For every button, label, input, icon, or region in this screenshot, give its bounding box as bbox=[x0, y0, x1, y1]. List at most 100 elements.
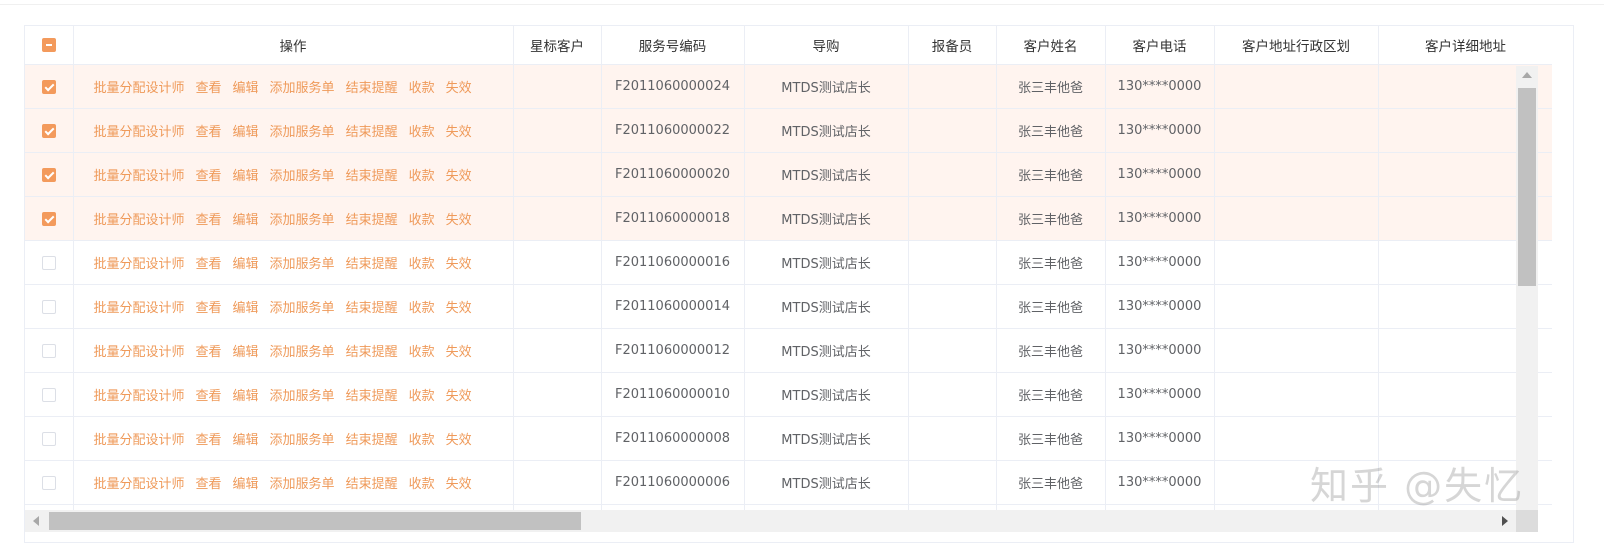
row-checkbox[interactable] bbox=[41, 343, 56, 358]
op-link-4[interactable]: 结束提醒 bbox=[346, 81, 398, 96]
row-guide: MTDS测试店长 bbox=[744, 64, 909, 109]
op-link-2[interactable]: 编辑 bbox=[233, 213, 259, 228]
op-link-2[interactable]: 编辑 bbox=[233, 389, 259, 404]
op-link-1[interactable]: 查看 bbox=[196, 389, 222, 404]
table-row: 批量分配设计师 查看 编辑 添加服务单 结束提醒 收款 失效 F2011060000020 MT… bbox=[25, 152, 1552, 197]
row-checkbox[interactable] bbox=[41, 255, 56, 270]
triangle-right-icon[interactable] bbox=[1502, 516, 1508, 526]
op-link-2[interactable]: 编辑 bbox=[233, 81, 259, 96]
op-link-1[interactable]: 查看 bbox=[196, 125, 222, 140]
op-link-3[interactable]: 添加服务单 bbox=[270, 345, 335, 360]
op-link-3[interactable]: 添加服务单 bbox=[270, 257, 335, 272]
op-link-5[interactable]: 收款 bbox=[409, 257, 435, 272]
row-customer-name: 张三丰他爸 bbox=[996, 108, 1106, 153]
op-link-2[interactable]: 编辑 bbox=[233, 477, 259, 492]
op-link-3[interactable]: 添加服务单 bbox=[270, 81, 335, 96]
op-link-0[interactable]: 批量分配设计师 bbox=[94, 345, 185, 360]
select-all-checkbox[interactable] bbox=[41, 38, 56, 52]
op-link-5[interactable]: 收款 bbox=[409, 125, 435, 140]
op-link-2[interactable]: 编辑 bbox=[233, 169, 259, 184]
op-link-6[interactable]: 失效 bbox=[446, 125, 472, 140]
row-checkbox[interactable] bbox=[41, 123, 56, 138]
table-body: 批量分配设计师 查看 编辑 添加服务单 结束提醒 收款 失效 F2011060000024 MT… bbox=[25, 64, 1552, 521]
op-link-3[interactable]: 添加服务单 bbox=[270, 125, 335, 140]
op-link-4[interactable]: 结束提醒 bbox=[346, 257, 398, 272]
op-link-3[interactable]: 添加服务单 bbox=[270, 389, 335, 404]
op-link-0[interactable]: 批量分配设计师 bbox=[94, 433, 185, 448]
op-link-4[interactable]: 结束提醒 bbox=[346, 389, 398, 404]
op-link-2[interactable]: 编辑 bbox=[233, 345, 259, 360]
op-link-0[interactable]: 批量分配设计师 bbox=[94, 257, 185, 272]
op-link-0[interactable]: 批量分配设计师 bbox=[94, 213, 185, 228]
customer-table: 操作 星标客户 服务号编码 导购 报备员 客户姓名 客户电话 客户地址行政区划 … bbox=[25, 26, 1552, 521]
op-link-4[interactable]: 结束提醒 bbox=[346, 169, 398, 184]
op-link-5[interactable]: 收款 bbox=[409, 169, 435, 184]
op-link-3[interactable]: 添加服务单 bbox=[270, 433, 335, 448]
op-link-6[interactable]: 失效 bbox=[446, 477, 472, 492]
op-link-5[interactable]: 收款 bbox=[409, 301, 435, 316]
op-link-3[interactable]: 添加服务单 bbox=[270, 169, 335, 184]
op-link-2[interactable]: 编辑 bbox=[233, 301, 259, 316]
op-link-4[interactable]: 结束提醒 bbox=[346, 477, 398, 492]
op-link-5[interactable]: 收款 bbox=[409, 433, 435, 448]
op-link-3[interactable]: 添加服务单 bbox=[270, 477, 335, 492]
op-link-4[interactable]: 结束提醒 bbox=[346, 345, 398, 360]
row-customer-name: 张三丰他爸 bbox=[996, 284, 1106, 329]
op-link-0[interactable]: 批量分配设计师 bbox=[94, 125, 185, 140]
op-link-0[interactable]: 批量分配设计师 bbox=[94, 477, 185, 492]
row-checkbox[interactable] bbox=[41, 211, 56, 226]
row-ops-cell: 批量分配设计师 查看 编辑 添加服务单 结束提醒 收款 失效 bbox=[73, 196, 514, 241]
op-link-2[interactable]: 编辑 bbox=[233, 433, 259, 448]
op-link-3[interactable]: 添加服务单 bbox=[270, 213, 335, 228]
op-link-3[interactable]: 添加服务单 bbox=[270, 301, 335, 316]
table-row: 批量分配设计师 查看 编辑 添加服务单 结束提醒 收款 失效 F2011060000016 MT… bbox=[25, 240, 1552, 285]
op-link-2[interactable]: 编辑 bbox=[233, 125, 259, 140]
op-link-6[interactable]: 失效 bbox=[446, 389, 472, 404]
op-link-2[interactable]: 编辑 bbox=[233, 257, 259, 272]
triangle-up-icon[interactable] bbox=[1522, 72, 1532, 78]
op-link-1[interactable]: 查看 bbox=[196, 213, 222, 228]
op-link-5[interactable]: 收款 bbox=[409, 213, 435, 228]
op-link-5[interactable]: 收款 bbox=[409, 81, 435, 96]
op-link-6[interactable]: 失效 bbox=[446, 81, 472, 96]
row-service-code: F2011060000010 bbox=[601, 372, 745, 417]
op-link-1[interactable]: 查看 bbox=[196, 81, 222, 96]
op-link-0[interactable]: 批量分配设计师 bbox=[94, 169, 185, 184]
table-body-viewport: 操作 星标客户 服务号编码 导购 报备员 客户姓名 客户电话 客户地址行政区划 … bbox=[25, 26, 1552, 521]
op-link-4[interactable]: 结束提醒 bbox=[346, 125, 398, 140]
op-link-5[interactable]: 收款 bbox=[409, 345, 435, 360]
vertical-scrollbar[interactable] bbox=[1516, 66, 1538, 521]
op-link-6[interactable]: 失效 bbox=[446, 433, 472, 448]
op-link-6[interactable]: 失效 bbox=[446, 301, 472, 316]
op-link-0[interactable]: 批量分配设计师 bbox=[94, 389, 185, 404]
op-link-1[interactable]: 查看 bbox=[196, 169, 222, 184]
row-checkbox[interactable] bbox=[41, 431, 56, 446]
header-star-customer: 星标客户 bbox=[513, 26, 602, 65]
triangle-left-icon[interactable] bbox=[33, 516, 39, 526]
row-checkbox[interactable] bbox=[41, 79, 56, 94]
op-link-6[interactable]: 失效 bbox=[446, 169, 472, 184]
row-checkbox[interactable] bbox=[41, 299, 56, 314]
op-link-1[interactable]: 查看 bbox=[196, 433, 222, 448]
row-checkbox[interactable] bbox=[41, 387, 56, 402]
row-service-code: F2011060000020 bbox=[601, 152, 745, 197]
row-checkbox[interactable] bbox=[41, 475, 56, 490]
op-link-5[interactable]: 收款 bbox=[409, 477, 435, 492]
op-link-6[interactable]: 失效 bbox=[446, 213, 472, 228]
op-link-1[interactable]: 查看 bbox=[196, 257, 222, 272]
op-link-0[interactable]: 批量分配设计师 bbox=[94, 81, 185, 96]
op-link-1[interactable]: 查看 bbox=[196, 345, 222, 360]
op-link-4[interactable]: 结束提醒 bbox=[346, 301, 398, 316]
op-link-6[interactable]: 失效 bbox=[446, 257, 472, 272]
op-link-4[interactable]: 结束提醒 bbox=[346, 433, 398, 448]
op-link-0[interactable]: 批量分配设计师 bbox=[94, 301, 185, 316]
op-link-5[interactable]: 收款 bbox=[409, 389, 435, 404]
op-link-1[interactable]: 查看 bbox=[196, 477, 222, 492]
op-link-6[interactable]: 失效 bbox=[446, 345, 472, 360]
vertical-scroll-thumb[interactable] bbox=[1518, 88, 1536, 286]
op-link-4[interactable]: 结束提醒 bbox=[346, 213, 398, 228]
horizontal-scrollbar[interactable] bbox=[25, 510, 1516, 532]
row-checkbox[interactable] bbox=[41, 167, 56, 182]
op-link-1[interactable]: 查看 bbox=[196, 301, 222, 316]
horizontal-scroll-thumb[interactable] bbox=[49, 512, 581, 530]
